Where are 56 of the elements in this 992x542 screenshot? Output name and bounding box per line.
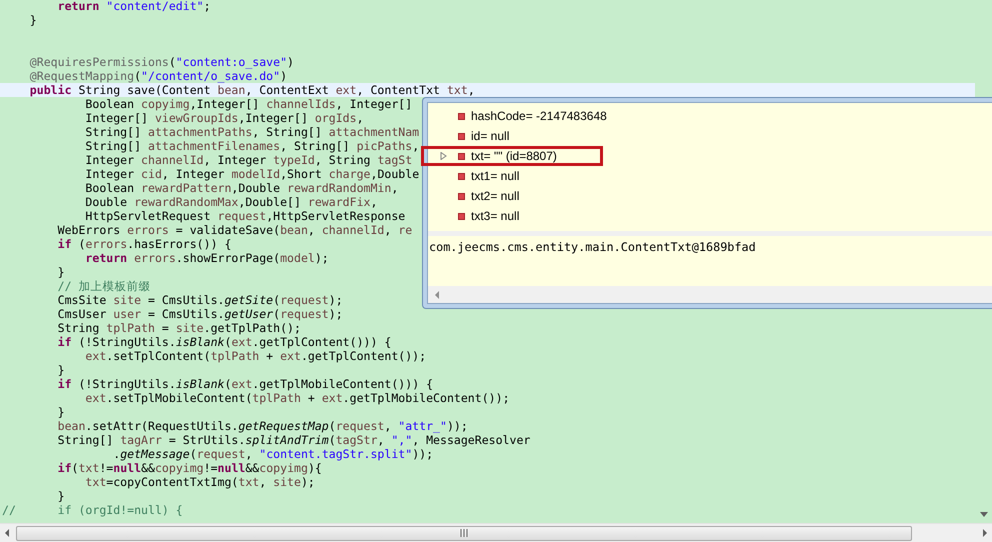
code-line: .getMessage(request, "content.tagStr.split")); <box>112 447 434 461</box>
expand-icon[interactable] <box>440 152 447 160</box>
field-icon <box>458 192 465 200</box>
scroll-left-icon[interactable] <box>4 529 10 537</box>
variable-label[interactable]: txt1= null <box>471 169 520 183</box>
code-line: CmsSite site = CmsUtils.getSite(request); <box>56 293 343 307</box>
code-line: return "content/edit"; <box>56 0 211 13</box>
code-line: } <box>56 363 65 377</box>
value-detail: com.jeecms.cms.entity.main.ContentTxt@1689bfad <box>428 239 757 256</box>
code-line: Boolean copyimg,Integer[] channelIds, Integer[] <box>84 97 412 111</box>
variable-label[interactable]: txt= "" (id=8807) <box>471 149 557 163</box>
variable-label[interactable]: txt3= null <box>471 209 520 223</box>
code-line: String tplPath = site.getTplPath(); <box>56 321 301 335</box>
field-icon <box>458 112 465 120</box>
code-line: ext.setTplContent(tplPath + ext.getTplContent()); <box>84 349 426 363</box>
grip-icon <box>460 529 468 537</box>
code-line: String[] attachmentFilenames, String[] picPaths, <box>84 139 420 153</box>
scroll-left-icon[interactable] <box>434 290 440 298</box>
code-line: Integer cid, Integer modelId,Short charge,Double <box>84 167 420 181</box>
scroll-right-icon[interactable] <box>982 529 988 537</box>
field-icon <box>458 212 465 220</box>
code-line: @RequestMapping("/content/o_save.do") <box>28 69 288 83</box>
code-line: bean.setAttr(RequestUtils.getRequestMap(request, "attr_")); <box>56 419 468 433</box>
code-line: String[] tagArr = StrUtils.splitAndTrim(tagStr, ",", MessageResolver <box>56 433 530 447</box>
horizontal-scrollbar[interactable] <box>0 523 992 542</box>
code-line: if (errors.hasErrors()) { <box>56 237 232 251</box>
code-line: } <box>56 489 65 503</box>
code-line: Integer[] viewGroupIds,Integer[] orgIds, <box>84 111 364 125</box>
variable-label[interactable]: hashCode= -2147483648 <box>471 109 607 123</box>
code-line: txt=copyContentTxtImg(txt, site); <box>84 475 315 489</box>
code-line: if (!StringUtils.isBlank(ext.getTplContent())) { <box>56 335 392 349</box>
code-line: ext.setTplMobileContent(tplPath + ext.getTplMobileContent()); <box>84 391 510 405</box>
code-line: return errors.showErrorPage(model); <box>84 251 329 265</box>
code-line: Double rewardRandomMax,Double[] rewardFix, <box>84 195 378 209</box>
code-line: if (!StringUtils.isBlank(ext.getTplMobileContent())) { <box>56 377 434 391</box>
code-line: Integer channelId, Integer typeId, String tagSt <box>84 153 412 167</box>
code-line: } <box>56 405 65 419</box>
variable-label[interactable]: txt2= null <box>471 189 520 203</box>
code-line: // 加上模板前缀 <box>56 279 150 293</box>
code-line: } <box>56 265 65 279</box>
field-icon <box>458 152 465 160</box>
horizontal-scrollbar[interactable] <box>428 286 992 303</box>
code-line: // if (orgId!=null) { <box>1 503 183 517</box>
code-line: CmsUser user = CmsUtils.getUser(request); <box>56 307 343 321</box>
code-line: WebErrors errors = validateSave(bean, channelId, re <box>56 223 412 237</box>
field-icon <box>458 172 465 180</box>
code-line: @RequiresPermissions("content:o_save") <box>28 55 294 69</box>
scroll-down-icon[interactable] <box>980 512 988 517</box>
field-icon <box>458 132 465 140</box>
variable-label[interactable]: id= null <box>471 129 510 143</box>
code-line: if(txt!=null&&copyimg!=null&&copyimg){ <box>56 461 322 475</box>
code-line: HttpServletRequest request,HttpServletResponse <box>84 209 406 223</box>
code-line: } <box>28 13 37 27</box>
scrollbar-thumb[interactable] <box>16 526 912 540</box>
code-line: String[] attachmentPaths, String[] attachmentNam <box>84 125 420 139</box>
code-line: Boolean rewardPattern,Double rewardRandomMin, <box>84 181 398 195</box>
